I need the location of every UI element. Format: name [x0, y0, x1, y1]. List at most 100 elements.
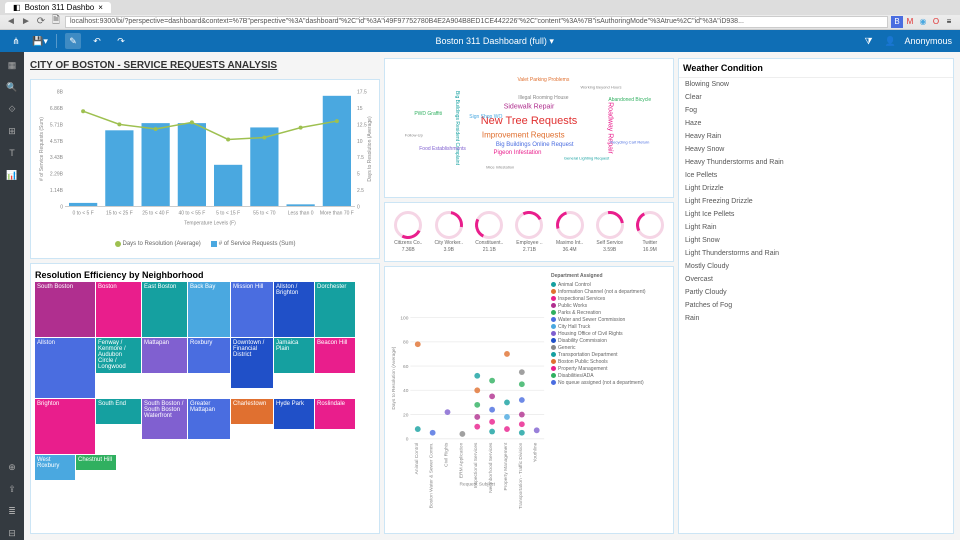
filter-item[interactable]: Rain	[679, 312, 953, 325]
wordcloud-word[interactable]: Food Establishments	[419, 146, 466, 152]
opera-icon[interactable]: O	[930, 16, 942, 28]
filter-item[interactable]: Blowing Snow	[679, 78, 953, 91]
wordcloud-word[interactable]: Sign Shop WO	[469, 114, 502, 120]
filter-item[interactable]: Overcast	[679, 273, 953, 286]
legend-item[interactable]: Parks & Recreation	[551, 309, 667, 316]
legend-item[interactable]: Generic	[551, 344, 667, 351]
treemap-cell[interactable]: Greater Mattapan	[188, 399, 230, 439]
wordcloud-word[interactable]: Illegal Rooming House	[518, 95, 568, 101]
save-icon[interactable]: 💾▾	[32, 33, 48, 49]
wordcloud-word[interactable]: Mice Infestation	[486, 164, 514, 169]
legend-item[interactable]: Animal Control	[551, 281, 667, 288]
settings-icon[interactable]: ⊟	[5, 526, 19, 540]
wordcloud-word[interactable]: General Lighting Request	[564, 156, 609, 161]
browser-tab[interactable]: ◧ Boston 311 Dashbo ×	[5, 2, 111, 13]
legend-item[interactable]: No queue assigned (not a department)	[551, 379, 667, 386]
filter-item[interactable]: Ice Pellets	[679, 169, 953, 182]
donut-item[interactable]: City Worker..3.9B	[435, 211, 464, 253]
legend-item[interactable]: Property Management	[551, 365, 667, 372]
legend-item[interactable]: Housing Office of Civil Rights	[551, 330, 667, 337]
filter-item[interactable]: Light Drizzle	[679, 182, 953, 195]
filter-item[interactable]: Heavy Thunderstorms and Rain	[679, 156, 953, 169]
treemap-cell[interactable]: Allston	[35, 338, 95, 398]
wordcloud[interactable]: New Tree RequestsImprovement RequestsSid…	[384, 58, 674, 198]
link-icon[interactable]: ⟐	[5, 102, 19, 116]
filter-item[interactable]: Light Snow	[679, 234, 953, 247]
treemap-cell[interactable]: Mattapan	[142, 338, 187, 373]
treemap-cell[interactable]: South Boston / South Boston Waterfront	[142, 399, 187, 439]
wordcloud-word[interactable]: Working Beyond Hours	[580, 84, 621, 89]
menu-icon[interactable]: ≡	[943, 16, 955, 28]
filter-item[interactable]: Haze	[679, 117, 953, 130]
donut-item[interactable]: Self Service3.59B	[596, 211, 624, 253]
scatter-chart[interactable]: 020406080100Animal ControlBoston Water &…	[384, 266, 674, 534]
wordcloud-word[interactable]: Valet Parking Problems	[517, 77, 569, 83]
add-icon[interactable]: ⊕	[5, 460, 19, 474]
filter-item[interactable]: Light Rain	[679, 221, 953, 234]
treemap-cell[interactable]: West Roxbury	[35, 455, 75, 480]
url-input[interactable]: localhost:9300/bi/?perspective=dashboard…	[65, 16, 888, 28]
ext-icon[interactable]: ◉	[917, 16, 929, 28]
treemap-cell[interactable]: Mission Hill	[231, 282, 273, 337]
filter-icon[interactable]: ⧩	[860, 33, 876, 49]
treemap-cell[interactable]: Fenway / Kenmore / Audubon Circle / Long…	[96, 338, 141, 373]
data-icon[interactable]: ▦	[5, 58, 19, 72]
wordcloud-word[interactable]: Big Buildings Online Request	[496, 142, 574, 148]
treemap-cell[interactable]: Dorchester	[315, 282, 355, 337]
filter-item[interactable]: Heavy Snow	[679, 143, 953, 156]
donut-item[interactable]: Employee ..2.71B	[515, 211, 543, 253]
close-icon[interactable]: ×	[98, 3, 103, 12]
legend-item[interactable]: Transportation Department	[551, 351, 667, 358]
forward-icon[interactable]: ►	[20, 16, 32, 28]
back-icon[interactable]: ◄	[5, 16, 17, 28]
redo-icon[interactable]: ↷	[113, 33, 129, 49]
treemap-cell[interactable]: East Boston	[142, 282, 187, 337]
treemap-cell[interactable]: Allston / Brighton	[274, 282, 314, 337]
treemap-cell[interactable]: Brighton	[35, 399, 95, 454]
legend-item[interactable]: Disabilities/ADA	[551, 372, 667, 379]
legend-item[interactable]: Inspectional Services	[551, 295, 667, 302]
wordcloud-word[interactable]: Sidewalk Repair	[504, 104, 555, 111]
filter-item[interactable]: Light Ice Pellets	[679, 208, 953, 221]
filter-item[interactable]: Fog	[679, 104, 953, 117]
treemap-cell[interactable]: Hyde Park	[274, 399, 314, 429]
filter-item[interactable]: Heavy Rain	[679, 130, 953, 143]
wordcloud-word[interactable]: Pigeon Infestation	[493, 150, 541, 156]
filter-item[interactable]: Patches of Fog	[679, 299, 953, 312]
reload-icon[interactable]: ⟳	[35, 16, 47, 28]
ext-icon[interactable]: B	[891, 16, 903, 28]
donut-item[interactable]: Constituent..21.1B	[475, 211, 503, 253]
treemap-cell[interactable]: Beacon Hill	[315, 338, 355, 373]
legend-item[interactable]: Water and Sewer Commission	[551, 316, 667, 323]
wordcloud-word[interactable]: Improvement Requests	[482, 130, 565, 139]
layers-icon[interactable]: ≣	[5, 504, 19, 518]
legend-item[interactable]: Disability Commission	[551, 337, 667, 344]
search-icon[interactable]: 🔍	[5, 80, 19, 94]
donut-item[interactable]: Twitter16.9M	[636, 211, 664, 253]
filter-item[interactable]: Light Thunderstorms and Rain	[679, 247, 953, 260]
edit-icon[interactable]: ✎	[65, 33, 81, 49]
share-icon[interactable]: ⋔	[8, 33, 24, 49]
text-icon[interactable]: T	[5, 146, 19, 160]
export-icon[interactable]: ⇪	[5, 482, 19, 496]
treemap-cell[interactable]: Charlestown	[231, 399, 273, 424]
treemap-cell[interactable]: South Boston	[35, 282, 95, 337]
filter-item[interactable]: Clear	[679, 91, 953, 104]
treemap-cell[interactable]: Roxbury	[188, 338, 230, 373]
treemap-cell[interactable]: Chestnut Hill	[76, 455, 116, 470]
bar-line-chart[interactable]: 01.14B2.29B3.43B4.57B5.71B6.86B8B02.557.…	[30, 79, 380, 259]
gmail-icon[interactable]: M	[904, 16, 916, 28]
legend-item[interactable]: Information Channel (not a department)	[551, 288, 667, 295]
donut-item[interactable]: Maximo Int..36.4M	[556, 211, 584, 253]
treemap-cell[interactable]: Boston	[96, 282, 141, 337]
legend-item[interactable]: Boston Public Schools	[551, 358, 667, 365]
treemap-cell[interactable]: Downtown / Financial District	[231, 338, 273, 388]
chart-icon[interactable]: 📊	[5, 168, 19, 182]
treemap-cell[interactable]: Back Bay	[188, 282, 230, 337]
wordcloud-word[interactable]: PWD Graffiti	[414, 111, 442, 117]
undo-icon[interactable]: ↶	[89, 33, 105, 49]
treemap-cell[interactable]: Roslindale	[315, 399, 355, 429]
dashboard-title[interactable]: Boston 311 Dashboard (full) ▾	[137, 36, 852, 47]
wordcloud-word[interactable]: Follow-Up	[405, 132, 423, 137]
legend-item[interactable]: Public Works	[551, 302, 667, 309]
